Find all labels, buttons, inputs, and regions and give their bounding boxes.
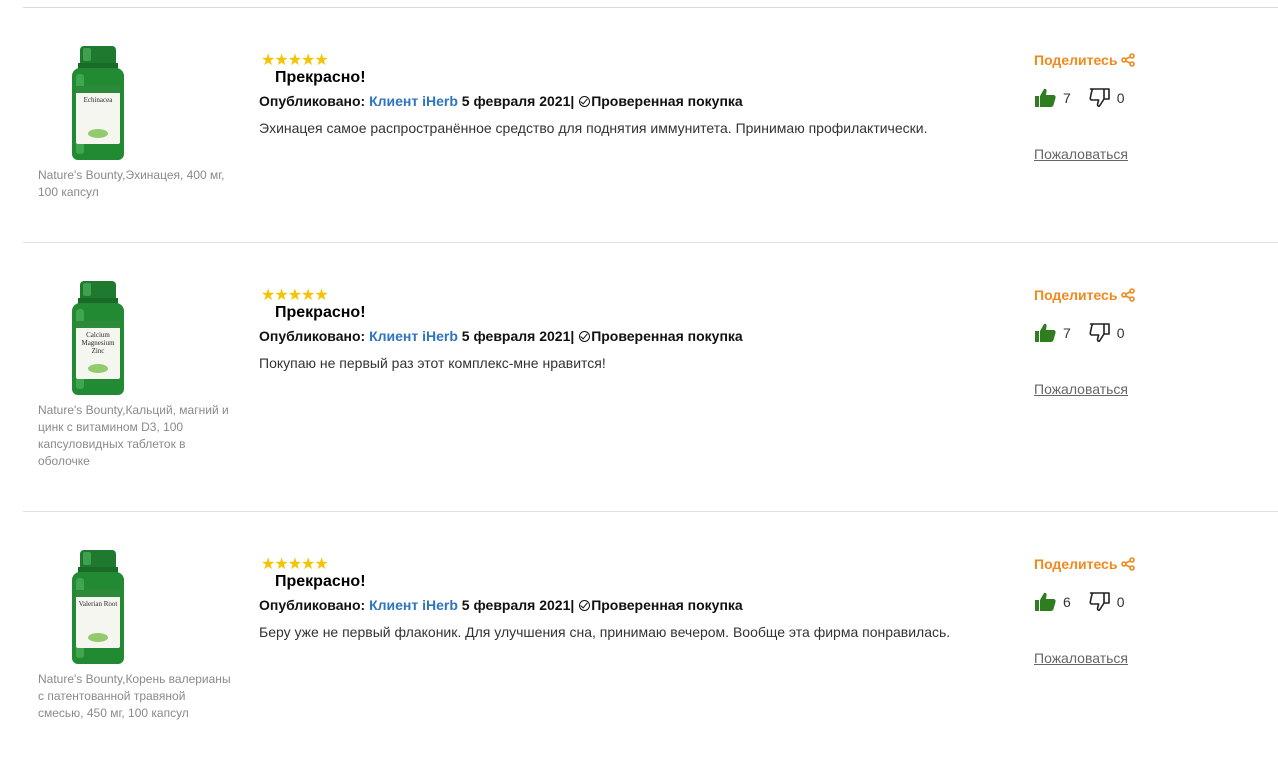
share-label: Поделитесь [1034, 287, 1118, 303]
star-rating: ★★★★★ [261, 556, 329, 573]
share-icon [1121, 557, 1136, 571]
review-date: 5 февраля 2021 [457, 93, 571, 109]
report-link[interactable]: Пожаловаться [1034, 146, 1128, 162]
review-meta: Опубликовано: Клиент iHerb 5 февраля 202… [259, 328, 743, 344]
review-divider [23, 242, 1278, 243]
product-info[interactable]: Echinacea Nature's Bounty,Эхинацея, 400 … [38, 46, 233, 201]
helpful-count: 7 [1063, 89, 1071, 106]
share-button[interactable]: Поделитесь [1034, 52, 1136, 68]
verified-check-icon [579, 600, 591, 611]
star-rating: ★★★★★ [261, 287, 329, 304]
share-label: Поделитесь [1034, 52, 1118, 68]
bottle-label-text: Echinacea [83, 96, 113, 104]
report-link[interactable]: Пожаловаться [1034, 381, 1128, 397]
bottle-label-text: Valerian Root [78, 600, 118, 608]
helpful-button[interactable]: 7 [1035, 88, 1071, 107]
bottle-label-text: Calcium Magnesium Zinc [81, 331, 115, 355]
share-icon [1121, 53, 1136, 67]
share-label: Поделитесь [1034, 556, 1118, 572]
author-link[interactable]: Клиент iHerb [369, 597, 458, 613]
unhelpful-count: 0 [1116, 593, 1125, 610]
review-title: Прекрасно! [275, 69, 366, 86]
product-info[interactable]: Calcium Magnesium Zinc Nature's Bounty,К… [38, 281, 233, 470]
review-title: Прекрасно! [275, 304, 366, 321]
review-date: 5 февраля 2021 [457, 597, 571, 613]
vote-controls: 7 0 [1035, 323, 1138, 345]
review-divider [23, 511, 1278, 512]
product-info[interactable]: Valerian Root Nature's Bounty,Корень вал… [38, 550, 233, 722]
thumbs-down-icon [1089, 323, 1110, 342]
thumbs-up-icon [1035, 592, 1056, 611]
author-link[interactable]: Клиент iHerb [369, 328, 458, 344]
product-name[interactable]: Nature's Bounty,Корень валерианы с патен… [38, 671, 233, 722]
review-text: Покупаю не первый раз этот комплекс-мне … [259, 355, 606, 371]
published-label: Опубликовано: [259, 597, 370, 613]
verified-purchase: Проверенная покупка [591, 93, 743, 109]
top-divider [23, 7, 1278, 8]
meta-separator: | [570, 597, 575, 613]
verified-check-icon [579, 331, 591, 342]
product-image[interactable]: Valerian Root [40, 550, 158, 670]
share-button[interactable]: Поделитесь [1034, 287, 1136, 303]
helpful-count: 6 [1063, 593, 1071, 610]
thumbs-up-icon [1035, 323, 1056, 342]
share-icon [1121, 288, 1136, 302]
unhelpful-button[interactable]: 0 [1089, 592, 1125, 611]
product-name[interactable]: Nature's Bounty,Кальций, магний и цинк с… [38, 402, 233, 470]
review-text: Эхинацея самое распространённое средство… [259, 120, 928, 136]
helpful-button[interactable]: 7 [1035, 323, 1071, 342]
vote-controls: 6 0 [1035, 592, 1138, 614]
author-link[interactable]: Клиент iHerb [369, 93, 458, 109]
product-image[interactable]: Echinacea [40, 46, 158, 166]
meta-separator: | [570, 328, 575, 344]
published-label: Опубликовано: [259, 93, 370, 109]
verified-purchase: Проверенная покупка [591, 328, 743, 344]
report-link[interactable]: Пожаловаться [1034, 650, 1128, 666]
review-title: Прекрасно! [275, 573, 366, 590]
unhelpful-button[interactable]: 0 [1089, 323, 1125, 342]
unhelpful-count: 0 [1116, 324, 1125, 341]
thumbs-down-icon [1089, 592, 1110, 611]
thumbs-down-icon [1089, 88, 1110, 107]
review-meta: Опубликовано: Клиент iHerb 5 февраля 202… [259, 93, 743, 109]
review-meta: Опубликовано: Клиент iHerb 5 февраля 202… [259, 597, 743, 613]
vote-controls: 7 0 [1035, 88, 1138, 110]
thumbs-up-icon [1035, 88, 1056, 107]
meta-separator: | [570, 93, 575, 109]
product-image[interactable]: Calcium Magnesium Zinc [40, 281, 158, 401]
review-date: 5 февраля 2021 [457, 328, 571, 344]
review-text: Беру уже не первый флаконик. Для улучшен… [259, 624, 951, 640]
product-name[interactable]: Nature's Bounty,Эхинацея, 400 мг, 100 ка… [38, 167, 233, 201]
share-button[interactable]: Поделитесь [1034, 556, 1136, 572]
verified-purchase: Проверенная покупка [591, 597, 743, 613]
unhelpful-button[interactable]: 0 [1089, 88, 1125, 107]
published-label: Опубликовано: [259, 328, 370, 344]
helpful-count: 7 [1063, 324, 1071, 341]
helpful-button[interactable]: 6 [1035, 592, 1071, 611]
verified-check-icon [579, 96, 591, 107]
star-rating: ★★★★★ [261, 52, 329, 69]
unhelpful-count: 0 [1116, 89, 1125, 106]
